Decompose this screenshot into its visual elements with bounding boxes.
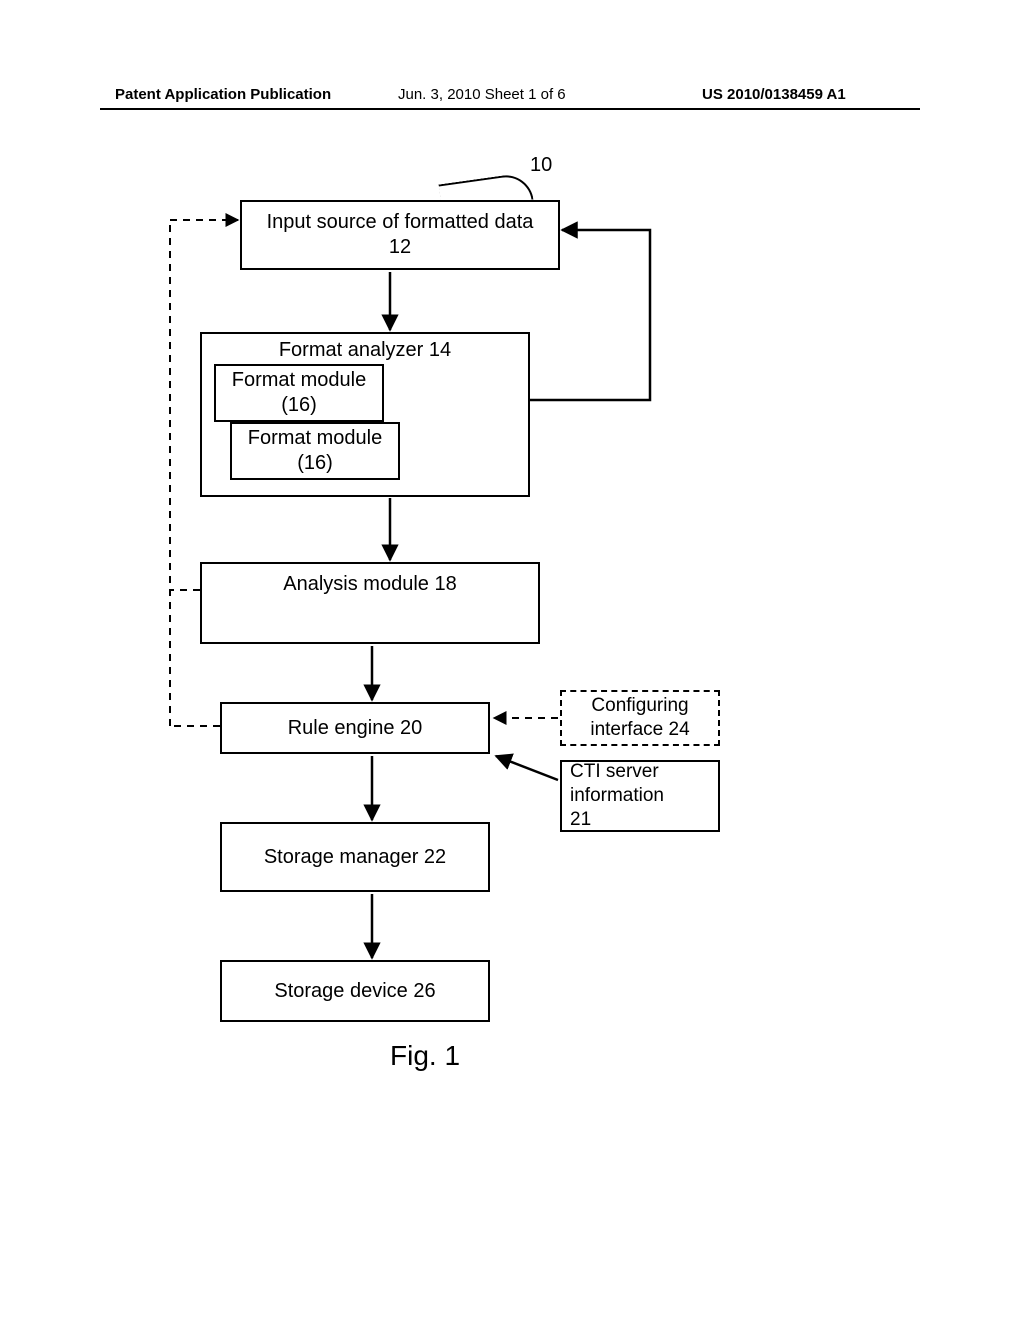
connector-lines (110, 160, 890, 1210)
figure-caption: Fig. 1 (390, 1040, 460, 1072)
header-center: Jun. 3, 2010 Sheet 1 of 6 (398, 86, 566, 103)
header-rule (100, 108, 920, 110)
figure-1-diagram: 10 Input source of formatted data 12 For… (110, 160, 890, 1210)
header-right: US 2010/0138459 A1 (702, 86, 846, 103)
header-left: Patent Application Publication (115, 86, 331, 103)
page-header: Patent Application Publication Jun. 3, 2… (0, 86, 1024, 110)
